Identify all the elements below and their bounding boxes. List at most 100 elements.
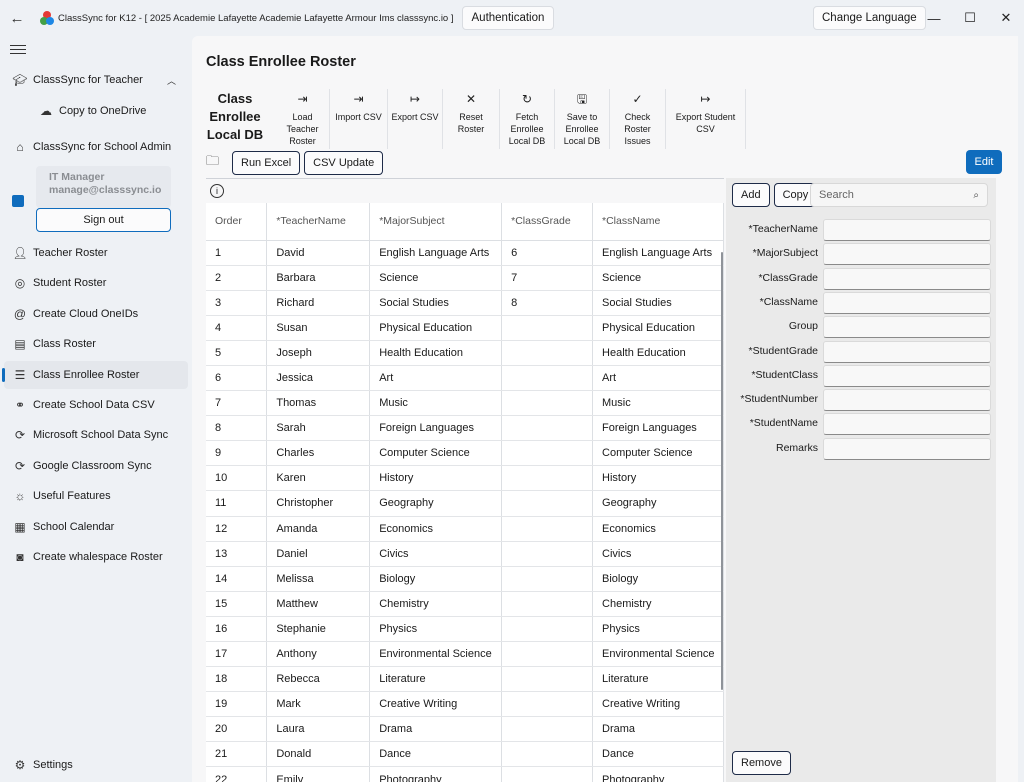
table-cell[interactable]: Social Studies bbox=[592, 290, 724, 316]
table-cell[interactable]: Drama bbox=[592, 716, 724, 743]
table-cell[interactable]: Creative Writing bbox=[592, 691, 724, 718]
column-header[interactable]: *ClassGrade bbox=[501, 203, 594, 241]
table-row[interactable]: 10 Karen History History bbox=[206, 465, 724, 492]
table-cell[interactable]: Art bbox=[369, 365, 503, 392]
table-cell[interactable]: Photography bbox=[369, 766, 503, 782]
table-row[interactable]: 18 Rebecca Literature Literature bbox=[206, 666, 724, 693]
toolbar-button-3[interactable]: ✕ Reset Roster bbox=[443, 89, 500, 149]
sidebar-item-9[interactable]: ▦ School Calendar bbox=[4, 513, 188, 541]
field-input[interactable] bbox=[823, 267, 991, 290]
table-cell[interactable]: Amanda bbox=[266, 516, 371, 542]
table-cell[interactable]: Economics bbox=[369, 516, 503, 542]
table-cell[interactable]: 6 bbox=[206, 365, 268, 392]
table-row[interactable]: 8 Sarah Foreign Languages Foreign Languages bbox=[206, 415, 724, 442]
sidebar-item-7[interactable]: ⟳ Google Classroom Sync bbox=[4, 452, 188, 480]
table-cell[interactable]: Environmental Science bbox=[369, 641, 503, 668]
table-cell[interactable] bbox=[501, 641, 594, 668]
table-cell[interactable]: Physical Education bbox=[369, 315, 503, 341]
table-row[interactable]: 2 Barbara Science 7 Science bbox=[206, 265, 724, 291]
sidebar-item-1[interactable]: ◎ Student Roster bbox=[4, 269, 188, 297]
table-row[interactable]: 14 Melissa Biology Biology bbox=[206, 566, 724, 592]
table-cell[interactable]: Barbara bbox=[266, 265, 371, 291]
sidebar-item-10[interactable]: ◙ Create whalespace Roster bbox=[4, 543, 188, 571]
table-cell[interactable]: 7 bbox=[501, 265, 594, 291]
table-row[interactable]: 20 Laura Drama Drama bbox=[206, 716, 724, 743]
table-cell[interactable] bbox=[501, 365, 594, 392]
field-input[interactable] bbox=[823, 413, 991, 436]
table-cell[interactable]: 12 bbox=[206, 516, 268, 542]
toolbar-button-6[interactable]: ✓ Check Roster Issues bbox=[610, 89, 666, 149]
table-row[interactable]: 11 Christopher Geography Geography bbox=[206, 490, 724, 517]
table-row[interactable]: 21 Donald Dance Dance bbox=[206, 741, 724, 768]
table-cell[interactable] bbox=[501, 315, 594, 341]
toolbar-button-4[interactable]: ↻ Fetch Enrollee Local DB bbox=[500, 89, 555, 149]
table-cell[interactable]: Civics bbox=[369, 541, 503, 567]
add-button[interactable]: Add bbox=[732, 183, 770, 207]
toolbar-button-1[interactable]: ⇥ Import CSV bbox=[330, 89, 388, 149]
table-cell[interactable]: Christopher bbox=[266, 490, 371, 517]
table-cell[interactable]: Melissa bbox=[266, 566, 371, 592]
table-cell[interactable]: Physical Education bbox=[592, 315, 724, 341]
table-cell[interactable] bbox=[501, 766, 594, 782]
table-cell[interactable]: Dance bbox=[592, 741, 724, 768]
table-row[interactable]: 4 Susan Physical Education Physical Educati… bbox=[206, 315, 724, 341]
column-header[interactable]: *TeacherName bbox=[266, 203, 371, 241]
table-cell[interactable]: Literature bbox=[592, 666, 724, 693]
table-cell[interactable] bbox=[501, 415, 594, 442]
sidebar-item-2[interactable]: @ Create Cloud OneIDs bbox=[4, 300, 188, 328]
table-cell[interactable]: Health Education bbox=[592, 340, 724, 366]
chevron-up-icon[interactable]: ︿ bbox=[167, 74, 176, 87]
table-cell[interactable] bbox=[501, 390, 594, 417]
table-cell[interactable]: Geography bbox=[592, 490, 724, 517]
sign-out-button[interactable]: Sign out bbox=[36, 208, 171, 232]
table-cell[interactable]: 11 bbox=[206, 490, 268, 517]
table-cell[interactable]: 17 bbox=[206, 641, 268, 668]
column-header[interactable]: Order bbox=[206, 203, 268, 241]
sidebar-item-6[interactable]: ⟳ Microsoft School Data Sync bbox=[4, 421, 188, 449]
field-input[interactable] bbox=[823, 291, 991, 314]
table-row[interactable]: 12 Amanda Economics Economics bbox=[206, 516, 724, 542]
table-cell[interactable]: Joseph bbox=[266, 340, 371, 366]
table-row[interactable]: 9 Charles Computer Science Computer Science bbox=[206, 440, 724, 467]
table-cell[interactable]: Rebecca bbox=[266, 666, 371, 693]
table-cell[interactable] bbox=[501, 490, 594, 517]
table-cell[interactable]: Geography bbox=[369, 490, 503, 517]
table-cell[interactable]: 5 bbox=[206, 340, 268, 366]
table-cell[interactable]: History bbox=[592, 465, 724, 492]
table-cell[interactable]: 7 bbox=[206, 390, 268, 417]
table-cell[interactable]: Physics bbox=[369, 616, 503, 643]
table-cell[interactable]: 2 bbox=[206, 265, 268, 291]
table-cell[interactable]: 21 bbox=[206, 741, 268, 768]
table-cell[interactable]: 10 bbox=[206, 465, 268, 492]
table-row[interactable]: 3 Richard Social Studies 8 Social Studies bbox=[206, 290, 724, 316]
toolbar-button-0[interactable]: ⇥ Load Teacher Roster bbox=[276, 89, 330, 149]
search-input[interactable]: Search ⌕ bbox=[810, 183, 988, 207]
toolbar-button-2[interactable]: ↦ Export CSV bbox=[388, 89, 443, 149]
table-cell[interactable] bbox=[501, 516, 594, 542]
nav-copy-onedrive[interactable]: ☁︎ Copy to OneDrive bbox=[30, 97, 188, 125]
table-cell[interactable] bbox=[501, 591, 594, 617]
sidebar-item-0[interactable]: 👤︎ Teacher Roster bbox=[4, 239, 188, 267]
table-cell[interactable]: Environmental Science bbox=[592, 641, 724, 668]
field-input[interactable] bbox=[823, 243, 991, 266]
table-row[interactable]: 7 Thomas Music Music bbox=[206, 390, 724, 417]
sidebar-item-4[interactable]: ☰ Class Enrollee Roster bbox=[2, 360, 188, 389]
table-row[interactable]: 6 Jessica Art Art bbox=[206, 365, 724, 392]
table-cell[interactable]: Karen bbox=[266, 465, 371, 492]
table-cell[interactable]: Mark bbox=[266, 691, 371, 718]
table-cell[interactable] bbox=[501, 440, 594, 467]
field-input[interactable] bbox=[823, 364, 991, 387]
table-cell[interactable] bbox=[501, 666, 594, 693]
table-cell[interactable]: Susan bbox=[266, 315, 371, 341]
table-cell[interactable]: 19 bbox=[206, 691, 268, 718]
table-cell[interactable]: Literature bbox=[369, 666, 503, 693]
table-cell[interactable]: Science bbox=[369, 265, 503, 291]
table-cell[interactable]: English Language Arts bbox=[592, 240, 724, 266]
table-cell[interactable]: 3 bbox=[206, 290, 268, 316]
table-cell[interactable]: Drama bbox=[369, 716, 503, 743]
table-cell[interactable]: Sarah bbox=[266, 415, 371, 442]
table-row[interactable]: 1 David English Language Arts 6 English Lang… bbox=[206, 240, 724, 266]
table-scrollbar[interactable] bbox=[721, 252, 723, 690]
authentication-button[interactable]: Authentication bbox=[461, 6, 555, 30]
csv-update-button[interactable]: CSV Update bbox=[304, 151, 384, 175]
